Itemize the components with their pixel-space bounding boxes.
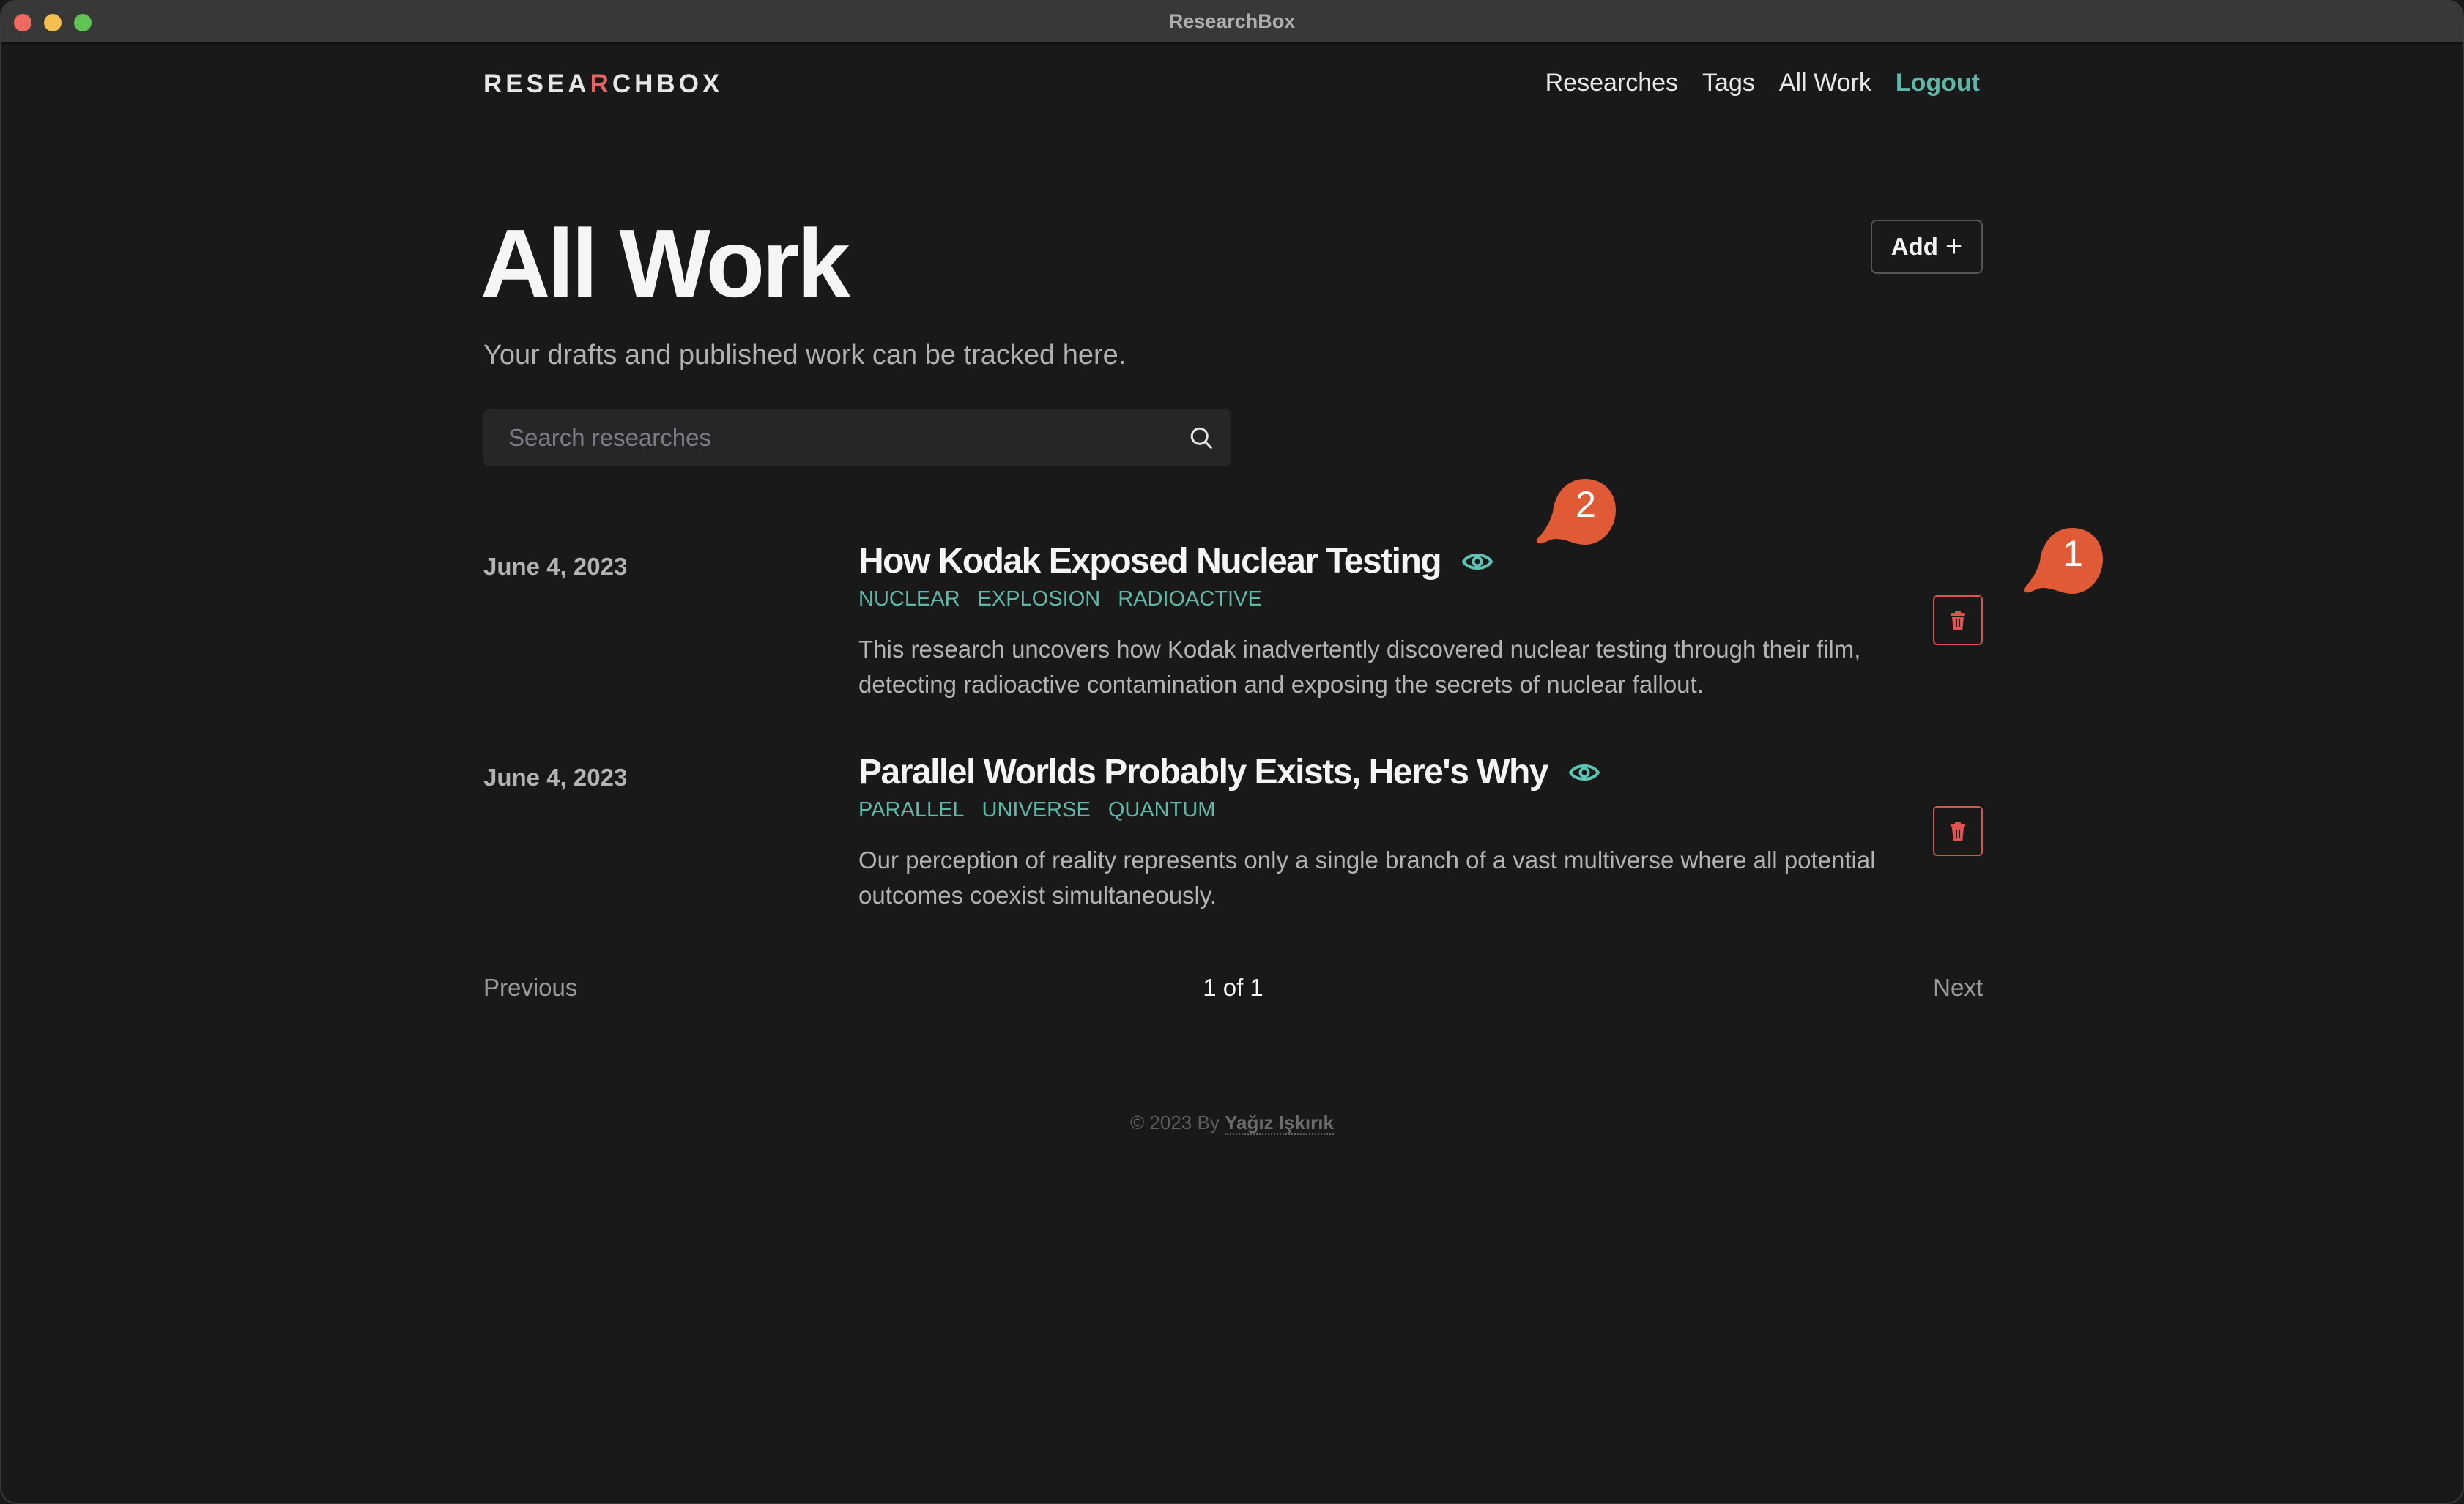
eye-icon[interactable] bbox=[1461, 550, 1493, 573]
research-content: Parallel Worlds Probably Exists, Here's … bbox=[858, 752, 1921, 913]
title-bar: ResearchBox bbox=[1, 1, 2463, 44]
search-box bbox=[483, 409, 1231, 466]
search-icon[interactable] bbox=[1188, 425, 1214, 451]
logo-text-accent: R bbox=[590, 70, 612, 98]
nav-all-work[interactable]: All Work bbox=[1779, 69, 1871, 97]
tag[interactable]: QUANTUM bbox=[1108, 798, 1216, 822]
page-title: All Work bbox=[480, 209, 850, 317]
footer-author-link[interactable]: Yağız Işkırık bbox=[1225, 1112, 1334, 1135]
research-content: How Kodak Exposed Nuclear Testing NUCLEA… bbox=[858, 541, 1921, 702]
footer-copyright: © 2023 By bbox=[1130, 1112, 1220, 1133]
research-title[interactable]: How Kodak Exposed Nuclear Testing bbox=[858, 541, 1442, 581]
window-title: ResearchBox bbox=[1168, 10, 1296, 32]
trash-icon bbox=[1951, 822, 1965, 841]
trash-icon bbox=[1951, 611, 1965, 630]
research-title-line: How Kodak Exposed Nuclear Testing bbox=[858, 541, 1921, 581]
eye-icon[interactable] bbox=[1568, 761, 1600, 784]
annotation-label: 1 bbox=[2063, 533, 2083, 574]
add-button-label: Add bbox=[1890, 233, 1938, 260]
research-description: Our perception of reality represents onl… bbox=[858, 846, 1876, 909]
tag[interactable]: RADIOACTIVE bbox=[1118, 587, 1262, 611]
nav-researches[interactable]: Researches bbox=[1545, 69, 1678, 97]
research-date: June 4, 2023 bbox=[483, 764, 628, 791]
logo-text-start: RESEA bbox=[483, 70, 590, 98]
search-input[interactable] bbox=[483, 409, 1231, 466]
research-description: This research uncovers how Kodak inadver… bbox=[858, 636, 1861, 698]
delete-button[interactable] bbox=[1933, 806, 1983, 856]
tag[interactable]: UNIVERSE bbox=[982, 798, 1091, 822]
tag[interactable]: EXPLOSION bbox=[978, 587, 1101, 611]
tag[interactable]: NUCLEAR bbox=[858, 587, 960, 611]
page-indicator: 1 of 1 bbox=[1203, 974, 1263, 1001]
research-date: June 4, 2023 bbox=[483, 553, 628, 580]
main-nav: Researches Tags All Work Logout bbox=[1545, 69, 1980, 97]
tag-list: PARALLEL UNIVERSE QUANTUM bbox=[858, 798, 1921, 822]
research-title[interactable]: Parallel Worlds Probably Exists, Here's … bbox=[858, 752, 1549, 792]
app-window: ResearchBox RESEARCHBOX Researches Tags … bbox=[0, 0, 2464, 1504]
footer: © 2023 By Yağız Işkırık bbox=[1, 1112, 2463, 1135]
delete-button[interactable] bbox=[1933, 595, 1983, 645]
annotation-badge: 2 bbox=[1534, 476, 1619, 549]
plus-icon: + bbox=[1945, 230, 1963, 263]
tag[interactable]: PARALLEL bbox=[858, 798, 965, 822]
annotation-label: 2 bbox=[1576, 484, 1596, 525]
research-title-line: Parallel Worlds Probably Exists, Here's … bbox=[858, 752, 1921, 792]
next-page-button[interactable]: Next bbox=[1933, 974, 1983, 1002]
annotation-badge: 1 bbox=[2021, 525, 2106, 598]
nav-logout[interactable]: Logout bbox=[1896, 69, 1980, 97]
tag-list: NUCLEAR EXPLOSION RADIOACTIVE bbox=[858, 587, 1921, 611]
nav-tags[interactable]: Tags bbox=[1702, 69, 1755, 97]
page-subtitle: Your drafts and published work can be tr… bbox=[483, 340, 1127, 371]
add-button[interactable]: Add + bbox=[1871, 220, 1983, 274]
logo-text-end: CHBOX bbox=[612, 70, 724, 98]
logo[interactable]: RESEARCHBOX bbox=[483, 70, 723, 99]
